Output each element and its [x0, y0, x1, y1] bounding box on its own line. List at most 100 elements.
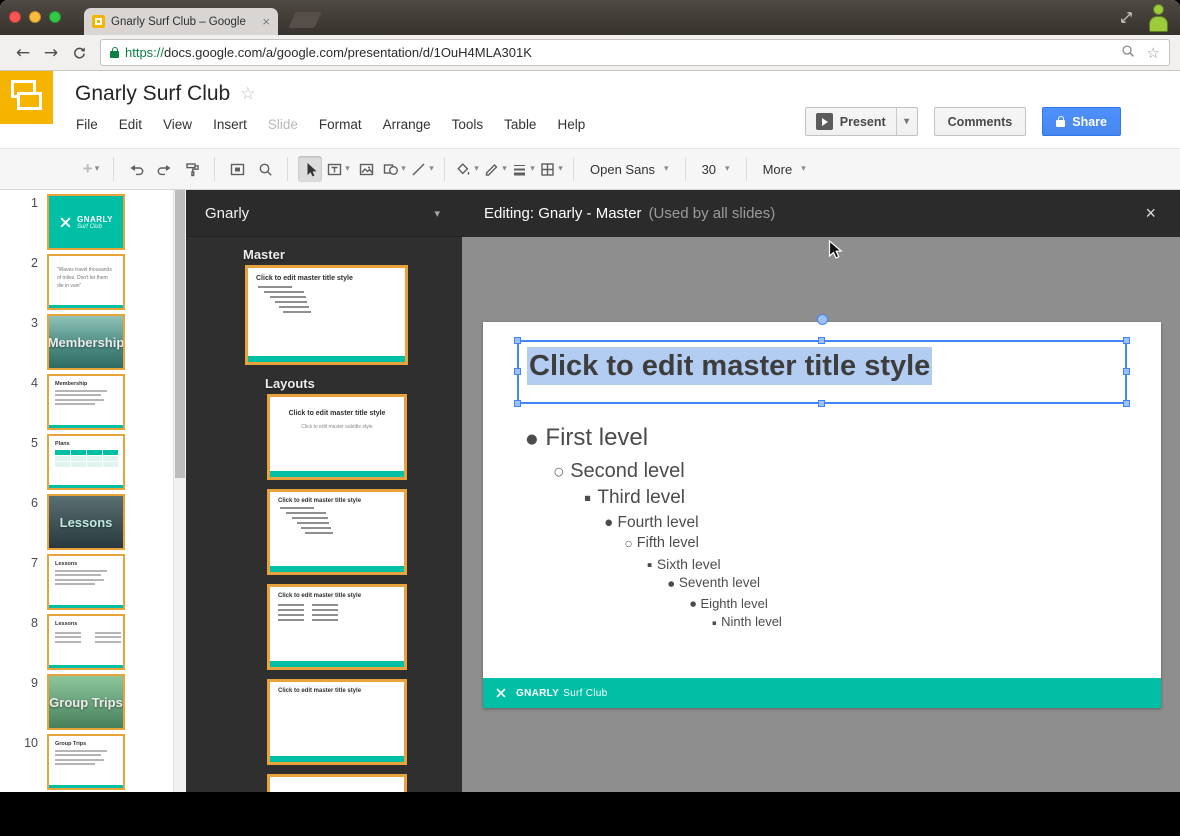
bookmark-star-icon[interactable]: ☆: [1147, 44, 1160, 62]
font-family-select[interactable]: Open Sans ▾: [582, 156, 677, 182]
bullet-level-9[interactable]: ▪Ninth level: [712, 614, 782, 630]
filmstrip-scrollbar[interactable]: [173, 190, 186, 792]
more-button[interactable]: More ▾: [755, 156, 814, 182]
zoom-window-button[interactable]: [49, 11, 61, 23]
star-document-icon[interactable]: ☆: [240, 84, 255, 104]
selection-handle[interactable]: [514, 337, 521, 344]
menu-edit[interactable]: Edit: [119, 117, 142, 132]
body-placeholder[interactable]: ●First level ○Second level ▪Third level …: [519, 424, 782, 630]
master-slide-canvas[interactable]: Click to edit master title style ●First …: [483, 322, 1161, 708]
slide-row-1[interactable]: 1 GNARLY Surf Club: [0, 194, 186, 254]
paint-format-button[interactable]: [180, 156, 204, 182]
layout-thumbnail-3[interactable]: Click to edit master title style: [267, 584, 407, 670]
layout-thumbnail-1[interactable]: Click to edit master title style Click t…: [267, 394, 407, 480]
scrollbar-thumb[interactable]: [175, 190, 185, 478]
minimize-window-button[interactable]: [29, 11, 41, 23]
browser-tab[interactable]: Gnarly Surf Club – Google ×: [84, 8, 278, 35]
new-tab-button[interactable]: [288, 12, 321, 28]
fullscreen-icon[interactable]: [1119, 10, 1134, 30]
menu-tools[interactable]: Tools: [452, 117, 484, 132]
slide-thumbnail-3[interactable]: Membership: [47, 314, 125, 370]
slide-thumbnail-1[interactable]: GNARLY Surf Club: [47, 194, 125, 250]
slide-thumbnail-5[interactable]: Plans: [47, 434, 125, 490]
slide-row-4[interactable]: 4 Membership: [0, 374, 186, 434]
slide-thumbnail-6[interactable]: Lessons: [47, 494, 125, 550]
selection-handle[interactable]: [818, 337, 825, 344]
close-window-button[interactable]: [9, 11, 21, 23]
bullet-level-2[interactable]: ○Second level: [554, 459, 782, 483]
redo-button[interactable]: [152, 156, 176, 182]
menu-table[interactable]: Table: [504, 117, 536, 132]
menu-format[interactable]: Format: [319, 117, 362, 132]
menu-arrange[interactable]: Arrange: [383, 117, 431, 132]
slide-thumbnail-2[interactable]: “Waves travel thousands of miles. Don't …: [47, 254, 125, 310]
slide-row-9[interactable]: 9 Group Trips: [0, 674, 186, 734]
present-options-button[interactable]: ▾: [896, 108, 917, 135]
selection-handle[interactable]: [1123, 368, 1130, 375]
line-dash-button[interactable]: ▾: [539, 156, 563, 182]
selection-handle[interactable]: [1123, 337, 1130, 344]
google-slides-logo[interactable]: [0, 71, 53, 124]
selection-handle[interactable]: [514, 368, 521, 375]
present-button[interactable]: Present: [806, 113, 896, 130]
master-title-text[interactable]: Click to edit master title style: [527, 350, 932, 383]
theme-selector[interactable]: Gnarly ▾: [186, 190, 462, 237]
shape-button[interactable]: ▾: [382, 156, 406, 182]
slide-row-8[interactable]: 8 Lessons: [0, 614, 186, 674]
selection-handle[interactable]: [1123, 400, 1130, 407]
menu-view[interactable]: View: [163, 117, 192, 132]
slide-footer-bar[interactable]: GNARLYSurf Club: [483, 678, 1161, 708]
selection-handle[interactable]: [818, 400, 825, 407]
document-title[interactable]: Gnarly Surf Club: [75, 82, 230, 106]
menu-file[interactable]: File: [76, 117, 98, 132]
insert-image-button[interactable]: [354, 156, 378, 182]
share-button[interactable]: Share: [1042, 107, 1121, 136]
selection-handle[interactable]: [514, 400, 521, 407]
bullet-level-6[interactable]: ▪Sixth level: [647, 556, 782, 573]
slide-thumbnail-10[interactable]: Group Trips: [47, 734, 125, 790]
slide-row-6[interactable]: 6 Lessons: [0, 494, 186, 554]
slide-row-7[interactable]: 7 Lessons: [0, 554, 186, 614]
zoom-page-icon[interactable]: [1120, 43, 1136, 62]
master-thumbnail[interactable]: Click to edit master title style: [245, 265, 408, 365]
zoom-button[interactable]: [253, 156, 277, 182]
slide-thumbnail-7[interactable]: Lessons: [47, 554, 125, 610]
fill-color-button[interactable]: ▾: [455, 156, 479, 182]
layout-thumbnail-4[interactable]: Click to edit master title style: [267, 679, 407, 765]
close-master-editor-button[interactable]: ×: [1145, 203, 1156, 224]
bullet-level-1[interactable]: ●First level: [526, 424, 782, 453]
slide-row-5[interactable]: 5 Plans: [0, 434, 186, 494]
slide-thumbnail-9[interactable]: Group Trips: [47, 674, 125, 730]
slide-row-10[interactable]: 10 Group Trips: [0, 734, 186, 792]
line-button[interactable]: ▾: [410, 156, 434, 182]
reload-button[interactable]: [66, 40, 92, 66]
new-slide-button[interactable]: + ▾: [79, 156, 103, 182]
layout-thumbnail-5[interactable]: [267, 774, 407, 792]
line-color-button[interactable]: ▾: [483, 156, 507, 182]
forward-button[interactable]: →: [38, 40, 64, 66]
text-box-button[interactable]: ▾: [326, 156, 350, 182]
bullet-level-7[interactable]: ●Seventh level: [668, 575, 782, 591]
comments-button[interactable]: Comments: [934, 107, 1027, 136]
back-button[interactable]: ←: [10, 40, 36, 66]
rotation-handle[interactable]: [817, 314, 828, 325]
slide-row-2[interactable]: 2 “Waves travel thousands of miles. Don'…: [0, 254, 186, 314]
title-placeholder-box[interactable]: Click to edit master title style: [517, 340, 1127, 404]
zoom-fit-button[interactable]: [225, 156, 249, 182]
tab-close-icon[interactable]: ×: [262, 14, 270, 29]
font-size-select[interactable]: 30 ▾: [694, 156, 738, 182]
slide-thumbnail-8[interactable]: Lessons: [47, 614, 125, 670]
bullet-level-3[interactable]: ▪Third level: [584, 487, 782, 510]
profile-avatar[interactable]: [1147, 4, 1171, 33]
layout-thumbnail-2[interactable]: Click to edit master title style: [267, 489, 407, 575]
address-bar[interactable]: https:// docs.google.com/a/google.com/pr…: [100, 39, 1170, 66]
line-weight-button[interactable]: ▾: [511, 156, 535, 182]
menu-insert[interactable]: Insert: [213, 117, 247, 132]
bullet-level-8[interactable]: ●Eighth level: [690, 596, 782, 612]
bullet-level-5[interactable]: ○Fifth level: [625, 535, 782, 552]
bullet-level-4[interactable]: ●Fourth level: [605, 514, 782, 533]
select-tool-button[interactable]: [298, 156, 322, 182]
undo-button[interactable]: [124, 156, 148, 182]
menu-help[interactable]: Help: [557, 117, 585, 132]
slide-row-3[interactable]: 3 Membership: [0, 314, 186, 374]
